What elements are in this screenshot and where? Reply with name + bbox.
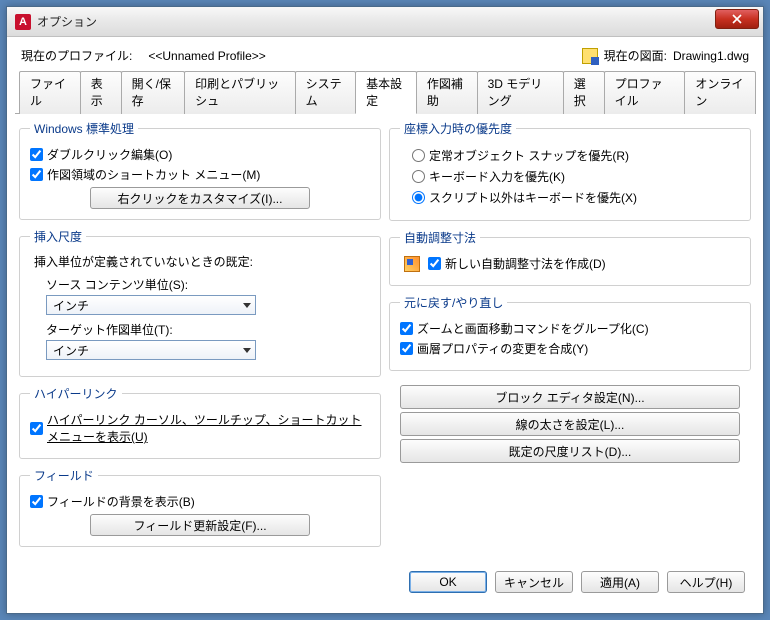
chk-layer-prop[interactable] — [400, 342, 413, 355]
insert-scale-desc: 挿入単位が定義されていないときの既定: — [34, 253, 370, 270]
legend-assoc-dim: 自動調整寸法 — [400, 229, 480, 246]
tab-panel: Windows 標準処理 ダブルクリック編集(O) 作図領域のショートカット メ… — [15, 114, 755, 561]
chk-field-bg[interactable] — [30, 495, 43, 508]
group-assoc-dim: 自動調整寸法 新しい自動調整寸法を作成(D) — [389, 229, 751, 286]
legend-windows: Windows 標準処理 — [30, 120, 138, 137]
tab-online[interactable]: オンライン — [684, 71, 756, 114]
tab-selection[interactable]: 選択 — [563, 71, 605, 114]
drawing-value: Drawing1.dwg — [673, 49, 749, 63]
chk-shortcut-menu[interactable] — [30, 168, 43, 181]
lbl-group-zoom-pan: ズームと画面移動コマンドをグループ化(C) — [417, 320, 649, 337]
radio-keyboard-priority[interactable] — [412, 170, 425, 183]
radio-osnap-priority[interactable] — [412, 149, 425, 162]
assoc-dim-icon — [404, 256, 420, 272]
profile-value: <<Unnamed Profile>> — [148, 49, 265, 63]
tab-plot[interactable]: 印刷とパブリッシュ — [184, 71, 295, 114]
legend-field: フィールド — [30, 467, 98, 484]
group-field: フィールド フィールドの背景を表示(B) フィールド更新設定(F)... — [19, 467, 381, 547]
close-button[interactable] — [715, 9, 759, 29]
group-hyperlink: ハイパーリンク ハイパーリンク カーソル、ツールチップ、ショートカットメニューを… — [19, 385, 381, 459]
profile-row: 現在のプロファイル: <<Unnamed Profile>> 現在の図面: Dr… — [15, 43, 755, 70]
group-windows-standard: Windows 標準処理 ダブルクリック編集(O) 作図領域のショートカット メ… — [19, 120, 381, 220]
chk-hyperlink[interactable] — [30, 422, 43, 435]
profile-label: 現在のプロファイル: — [21, 47, 132, 64]
titlebar: A オプション — [7, 7, 763, 37]
lbl-shortcut-menu: 作図領域のショートカット メニュー(M) — [47, 166, 260, 183]
legend-undo: 元に戻す/やり直し — [400, 294, 507, 311]
btn-lineweight[interactable]: 線の太さを設定(L)... — [400, 412, 740, 436]
tab-profiles[interactable]: プロファイル — [604, 71, 686, 114]
apply-button[interactable]: 適用(A) — [581, 571, 659, 593]
tab-system[interactable]: システム — [295, 71, 356, 114]
src-unit-label: ソース コンテンツ単位(S): — [46, 276, 370, 293]
tab-file[interactable]: ファイル — [19, 71, 81, 114]
chk-assoc-dim[interactable] — [428, 257, 441, 270]
chk-group-zoom-pan[interactable] — [400, 322, 413, 335]
combo-target-unit[interactable]: インチ — [46, 340, 256, 360]
cancel-button[interactable]: キャンセル — [495, 571, 573, 593]
btn-rightclick-customize[interactable]: 右クリックをカスタマイズ(I)... — [90, 187, 310, 209]
window-title: オプション — [37, 13, 97, 30]
app-icon: A — [15, 14, 31, 30]
lbl-osnap-priority: 定常オブジェクト スナップを優先(R) — [429, 147, 629, 164]
lbl-kb-except-script: スクリプト以外はキーボードを優先(X) — [429, 189, 637, 206]
combo-source-unit[interactable]: インチ — [46, 295, 256, 315]
drawing-label: 現在の図面: — [604, 47, 667, 64]
tab-drafting[interactable]: 作図補助 — [416, 71, 478, 114]
btn-field-update[interactable]: フィールド更新設定(F)... — [90, 514, 310, 536]
lbl-dblclick-edit: ダブルクリック編集(O) — [47, 146, 172, 163]
lbl-field-bg: フィールドの背景を表示(B) — [47, 493, 195, 510]
btn-block-editor[interactable]: ブロック エディタ設定(N)... — [400, 385, 740, 409]
lbl-layer-prop: 画層プロパティの変更を合成(Y) — [417, 340, 588, 357]
tab-strip: ファイル 表示 開く/保存 印刷とパブリッシュ システム 基本設定 作図補助 3… — [15, 70, 755, 114]
close-icon — [732, 14, 742, 24]
lbl-hyperlink: ハイパーリンク カーソル、ツールチップ、ショートカットメニューを表示(U) — [47, 411, 370, 445]
chk-dblclick-edit[interactable] — [30, 148, 43, 161]
radio-kb-except-script[interactable] — [412, 191, 425, 204]
legend-hyperlink: ハイパーリンク — [30, 385, 122, 402]
btn-default-scale-list[interactable]: 既定の尺度リスト(D)... — [400, 439, 740, 463]
tab-3dmodeling[interactable]: 3D モデリング — [477, 71, 564, 114]
help-button[interactable]: ヘルプ(H) — [667, 571, 745, 593]
group-insert-scale: 挿入尺度 挿入単位が定義されていないときの既定: ソース コンテンツ単位(S):… — [19, 228, 381, 377]
tab-display[interactable]: 表示 — [80, 71, 122, 114]
legend-coord: 座標入力時の優先度 — [400, 120, 516, 137]
tgt-unit-label: ターゲット作図単位(T): — [46, 321, 370, 338]
tab-opensave[interactable]: 開く/保存 — [121, 71, 186, 114]
options-dialog: A オプション 現在のプロファイル: <<Unnamed Profile>> 現… — [6, 6, 764, 614]
group-coord-priority: 座標入力時の優先度 定常オブジェクト スナップを優先(R) キーボード入力を優先… — [389, 120, 751, 221]
legend-insert-scale: 挿入尺度 — [30, 228, 86, 245]
group-undo-redo: 元に戻す/やり直し ズームと画面移動コマンドをグループ化(C) 画層プロパティの… — [389, 294, 751, 371]
drawing-icon — [582, 48, 598, 64]
ok-button[interactable]: OK — [409, 571, 487, 593]
dialog-buttons: OK キャンセル 適用(A) ヘルプ(H) — [15, 561, 755, 605]
lbl-assoc-dim: 新しい自動調整寸法を作成(D) — [445, 255, 606, 272]
tab-userpref[interactable]: 基本設定 — [355, 71, 417, 114]
lbl-keyboard-priority: キーボード入力を優先(K) — [429, 168, 565, 185]
